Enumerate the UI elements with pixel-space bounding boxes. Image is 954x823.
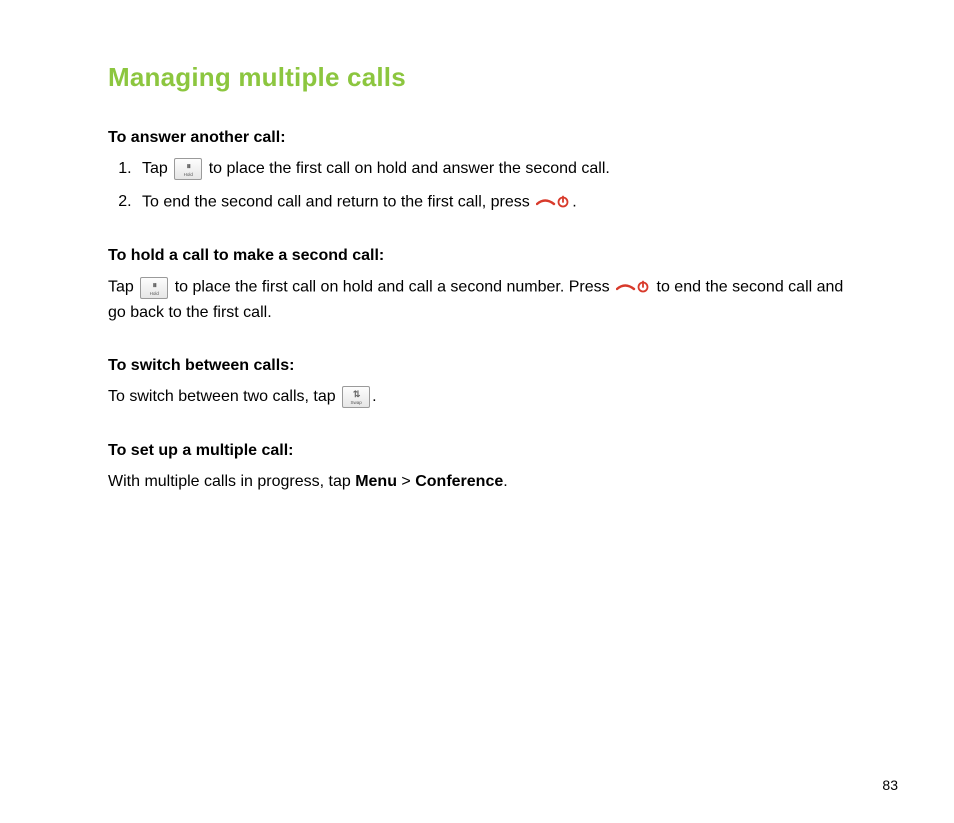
heading-switch-calls: To switch between calls: [108, 357, 854, 375]
answer-steps-list: Tap ⏸Hold to place the first call on hol… [108, 157, 854, 215]
heading-multiple-call: To set up a multiple call: [108, 442, 854, 460]
page-title: Managing multiple calls [108, 62, 854, 93]
hold-button-icon: ⏸Hold [140, 277, 168, 299]
page-number: 83 [882, 777, 898, 793]
multiple-call-text: With multiple calls in progress, tap Men… [108, 470, 854, 495]
end-power-key-icon [616, 275, 650, 300]
swap-button-icon: ⇅Swap [342, 386, 370, 408]
answer-step-2: To end the second call and return to the… [136, 190, 854, 215]
heading-hold-call: To hold a call to make a second call: [108, 247, 854, 265]
text-fragment: To end the second call and return to the… [142, 193, 534, 210]
text-fragment: . [372, 388, 376, 405]
text-fragment: Tap [142, 160, 172, 177]
text-fragment: With multiple calls in progress, tap [108, 473, 355, 490]
text-fragment: to place the first call on hold and call… [170, 279, 614, 296]
text-fragment: . [503, 473, 507, 490]
hold-button-icon: ⏸Hold [174, 158, 202, 180]
text-fragment: . [572, 193, 576, 210]
switch-calls-text: To switch between two calls, tap ⇅Swap. [108, 385, 854, 410]
text-fragment: > [397, 473, 415, 490]
end-power-key-icon [536, 190, 570, 215]
conference-label: Conference [415, 473, 503, 490]
menu-label: Menu [355, 473, 397, 490]
heading-answer-another-call: To answer another call: [108, 129, 854, 147]
text-fragment: Tap [108, 279, 138, 296]
page-content: Managing multiple calls To answer anothe… [0, 0, 954, 495]
text-fragment: To switch between two calls, tap [108, 388, 340, 405]
answer-step-1: Tap ⏸Hold to place the first call on hol… [136, 157, 854, 182]
text-fragment: to place the first call on hold and answ… [204, 160, 610, 177]
hold-call-text: Tap ⏸Hold to place the first call on hol… [108, 275, 854, 325]
